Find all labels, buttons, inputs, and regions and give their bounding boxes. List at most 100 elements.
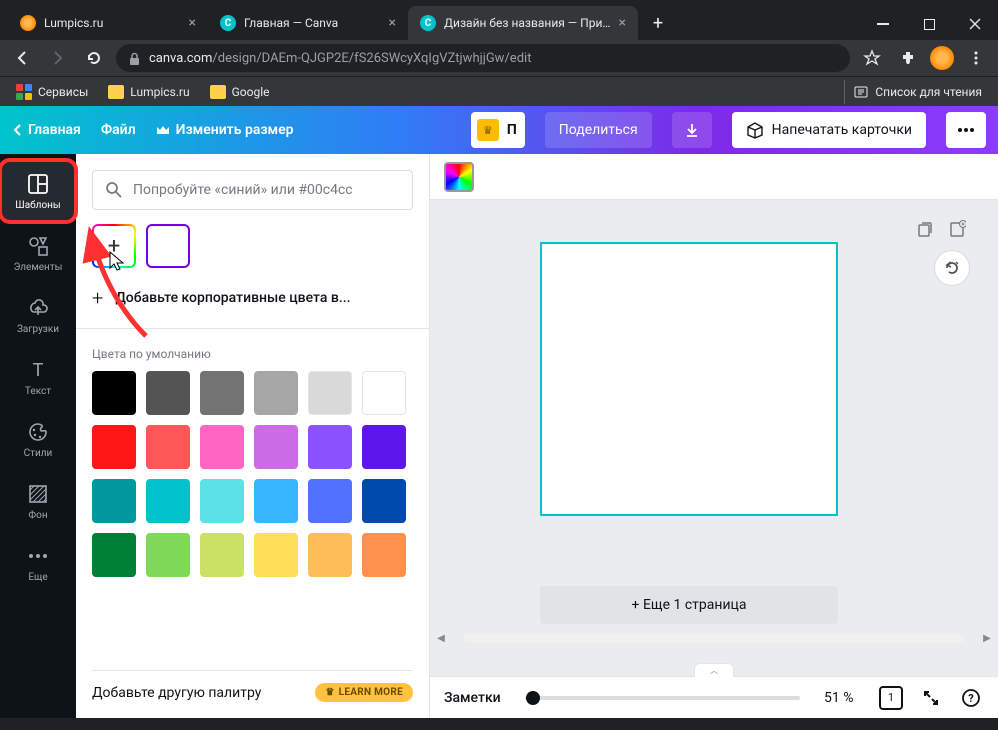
close-icon[interactable]: × bbox=[619, 15, 626, 31]
color-swatch[interactable] bbox=[254, 533, 298, 577]
tab-canva-home[interactable]: C Главная — Canva × bbox=[208, 6, 408, 40]
add-palette-label: Добавьте другую палитру bbox=[92, 685, 261, 701]
sidebar-background[interactable]: Фон bbox=[0, 470, 76, 532]
share-button[interactable]: Поделиться bbox=[545, 112, 652, 148]
color-swatch[interactable] bbox=[254, 425, 298, 469]
color-swatch[interactable] bbox=[146, 479, 190, 523]
tab-canva-design[interactable]: C Дизайн без названия — Пригл × bbox=[408, 6, 638, 40]
browser-titlebar: Lumpics.ru × C Главная — Canva × C Дизай… bbox=[0, 0, 998, 40]
color-swatch[interactable] bbox=[362, 425, 406, 469]
color-swatch[interactable] bbox=[200, 371, 244, 415]
color-swatch[interactable] bbox=[362, 533, 406, 577]
canvas-viewport[interactable]: + Еще 1 страница ◀ ▶ bbox=[430, 200, 998, 676]
close-icon[interactable]: × bbox=[189, 15, 196, 31]
crown-icon: ♛ bbox=[325, 687, 334, 698]
forward-button[interactable] bbox=[44, 44, 72, 72]
sidebar-uploads[interactable]: Загрузки bbox=[0, 284, 76, 346]
corporate-label: Добавьте корпоративные цвета в... bbox=[115, 290, 350, 306]
try-pro-button[interactable]: ♛ П bbox=[471, 112, 525, 148]
sidebar-styles[interactable]: Стили bbox=[0, 408, 76, 470]
color-swatch[interactable] bbox=[146, 533, 190, 577]
scroll-right-icon[interactable]: ▶ bbox=[980, 631, 994, 645]
lumpics-bookmark[interactable]: Lumpics.ru bbox=[100, 81, 197, 103]
learn-more-button[interactable]: ♛ LEARN MORE bbox=[315, 683, 413, 702]
reload-button[interactable] bbox=[80, 44, 108, 72]
minimize-button[interactable] bbox=[860, 8, 906, 40]
bookmark-label: Lumpics.ru bbox=[130, 85, 189, 99]
sidebar-templates[interactable]: Шаблоны bbox=[0, 160, 76, 222]
resize-label: Изменить размер bbox=[176, 122, 294, 138]
redo-button[interactable] bbox=[934, 250, 970, 286]
color-swatch[interactable] bbox=[200, 425, 244, 469]
color-swatch[interactable] bbox=[308, 371, 352, 415]
color-swatch[interactable] bbox=[254, 479, 298, 523]
scrollbar-track[interactable] bbox=[464, 633, 964, 643]
design-page[interactable] bbox=[540, 242, 838, 516]
color-swatch[interactable] bbox=[308, 479, 352, 523]
color-swatch[interactable] bbox=[308, 425, 352, 469]
canva-header: Главная Файл Изменить размер ♛ П Поделит… bbox=[0, 106, 998, 154]
extensions-icon[interactable] bbox=[894, 44, 922, 72]
duplicate-page-icon[interactable] bbox=[914, 218, 936, 240]
slider-thumb[interactable] bbox=[526, 691, 540, 705]
page-counter[interactable]: 1 bbox=[878, 685, 904, 711]
download-button[interactable] bbox=[672, 112, 712, 148]
add-page-button[interactable]: + Еще 1 страница bbox=[540, 586, 838, 624]
zoom-slider[interactable] bbox=[515, 696, 810, 700]
apps-bookmark[interactable]: Сервисы bbox=[8, 80, 96, 104]
add-corporate-colors[interactable]: + Добавьте корпоративные цвета в... bbox=[92, 286, 413, 310]
color-swatch[interactable] bbox=[200, 533, 244, 577]
maximize-button[interactable] bbox=[906, 8, 952, 40]
fullscreen-button[interactable] bbox=[918, 685, 944, 711]
help-button[interactable]: ? bbox=[958, 685, 984, 711]
print-label: Напечатать карточки bbox=[772, 122, 912, 138]
color-swatch[interactable] bbox=[200, 479, 244, 523]
color-swatch[interactable] bbox=[362, 371, 406, 415]
add-page-icon[interactable] bbox=[946, 218, 968, 240]
slider-track[interactable] bbox=[525, 696, 800, 700]
tab-lumpics[interactable]: Lumpics.ru × bbox=[8, 6, 208, 40]
color-swatch[interactable] bbox=[92, 533, 136, 577]
color-swatch[interactable] bbox=[92, 425, 136, 469]
chevron-left-icon bbox=[12, 123, 22, 137]
print-button[interactable]: Напечатать карточки bbox=[732, 112, 926, 148]
scroll-left-icon[interactable]: ◀ bbox=[434, 631, 448, 645]
color-search-input[interactable]: Попробуйте «синий» или #00c4cc bbox=[92, 170, 413, 210]
bookmark-star-icon[interactable] bbox=[858, 44, 886, 72]
file-menu[interactable]: Файл bbox=[101, 122, 136, 138]
horizontal-scrollbar[interactable]: ◀ ▶ bbox=[430, 632, 998, 644]
url-input[interactable]: canva.com/design/DAEm-QJGP2E/fS26SWcyXqI… bbox=[116, 44, 850, 72]
color-panel: Попробуйте «синий» или #00c4cc + + Добав… bbox=[76, 154, 430, 718]
sidebar-more[interactable]: Еще bbox=[0, 532, 76, 594]
home-link[interactable]: Главная bbox=[12, 122, 81, 138]
new-tab-button[interactable]: + bbox=[644, 9, 672, 37]
sidebar-elements[interactable]: Элементы bbox=[0, 222, 76, 284]
color-swatch[interactable] bbox=[362, 479, 406, 523]
back-button[interactable] bbox=[8, 44, 36, 72]
folder-icon bbox=[210, 85, 226, 99]
collapse-handle[interactable]: ︿ bbox=[694, 663, 734, 677]
notes-button[interactable]: Заметки bbox=[444, 690, 501, 706]
close-window-button[interactable] bbox=[952, 8, 998, 40]
zoom-value[interactable]: 51 % bbox=[824, 690, 864, 706]
background-color-picker[interactable] bbox=[444, 162, 474, 192]
color-swatch[interactable] bbox=[92, 371, 136, 415]
sidebar-text[interactable]: T Текст bbox=[0, 346, 76, 408]
color-swatch-purple[interactable] bbox=[146, 224, 190, 268]
color-swatch[interactable] bbox=[146, 371, 190, 415]
address-bar: canva.com/design/DAEm-QJGP2E/fS26SWcyXqI… bbox=[0, 40, 998, 76]
more-menu[interactable] bbox=[946, 112, 986, 148]
color-swatch[interactable] bbox=[92, 479, 136, 523]
default-color-grid bbox=[92, 371, 413, 577]
color-swatch[interactable] bbox=[146, 425, 190, 469]
menu-icon[interactable] bbox=[962, 44, 990, 72]
resize-button[interactable]: Изменить размер bbox=[156, 122, 294, 138]
close-icon[interactable]: × bbox=[389, 15, 396, 31]
google-bookmark[interactable]: Google bbox=[202, 81, 278, 103]
color-swatch[interactable] bbox=[308, 533, 352, 577]
color-swatch[interactable] bbox=[254, 371, 298, 415]
profile-avatar[interactable] bbox=[930, 46, 954, 70]
elements-icon bbox=[26, 234, 50, 258]
reading-list-button[interactable]: Список для чтения bbox=[844, 80, 990, 104]
add-color-button[interactable]: + bbox=[92, 224, 136, 268]
